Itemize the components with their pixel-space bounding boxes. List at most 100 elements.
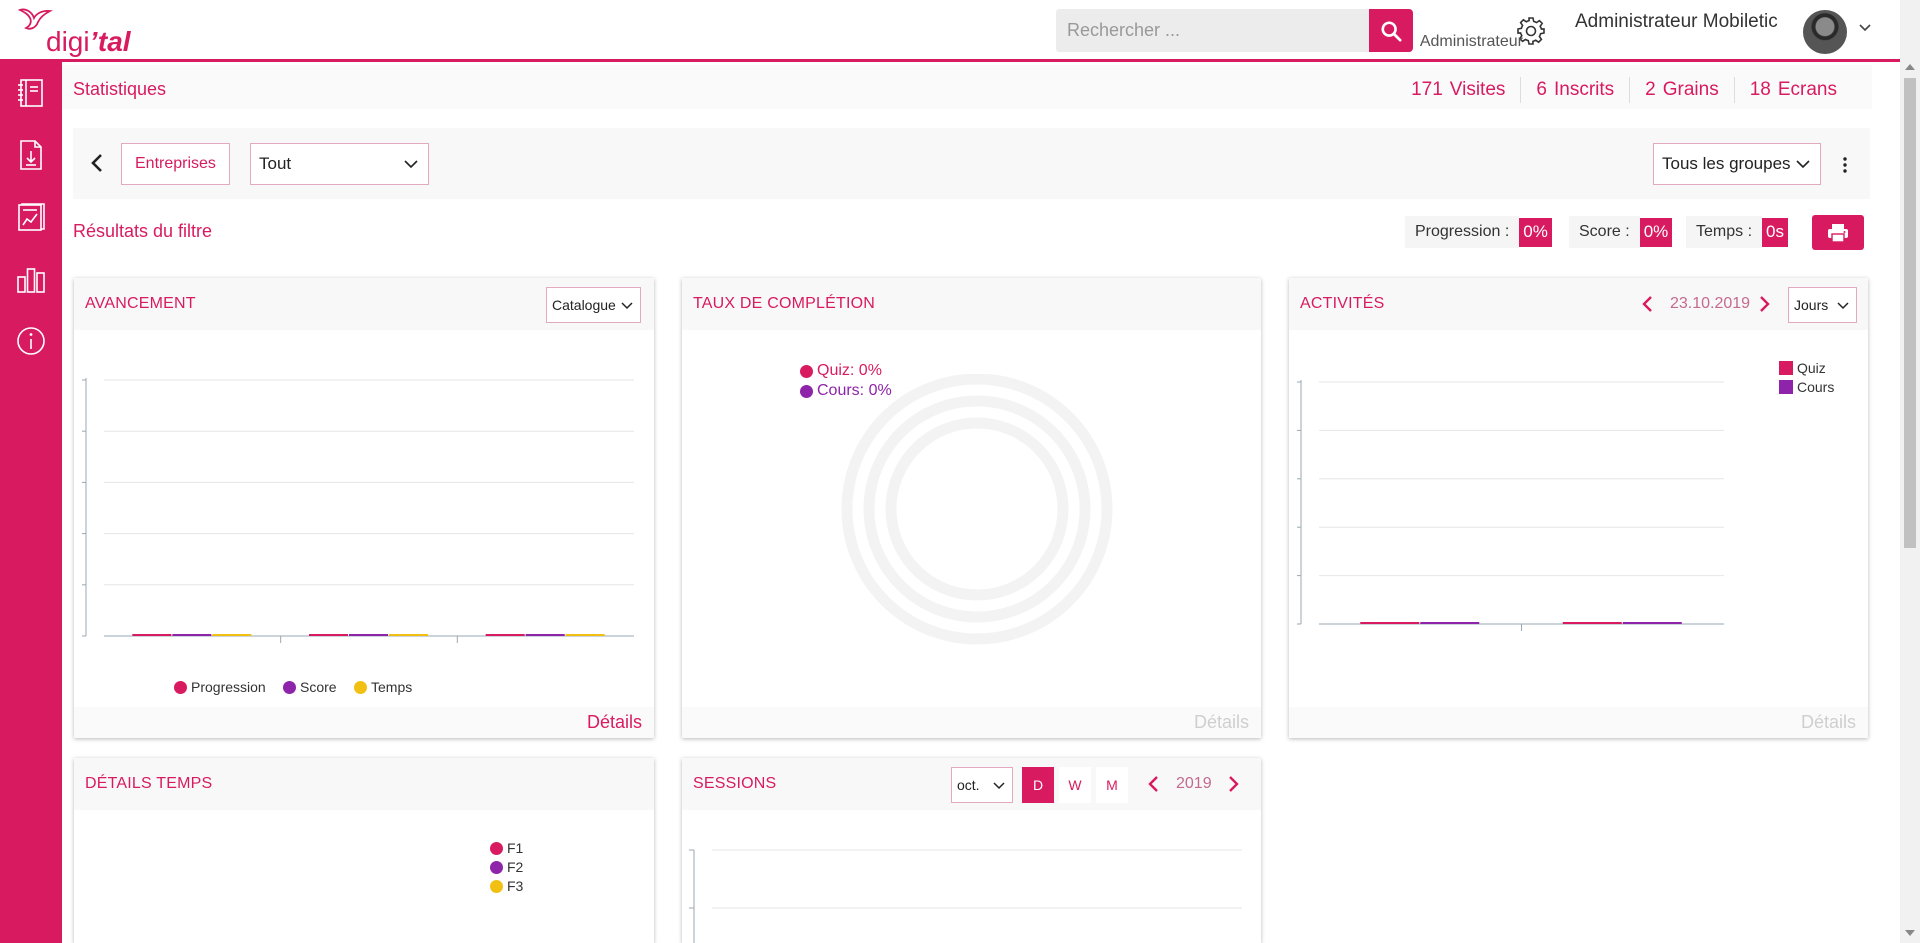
more-options-icon[interactable] [1842, 156, 1848, 174]
legend-progression[interactable]: Progression [174, 679, 266, 695]
scrollbar-thumb[interactable] [1904, 78, 1916, 548]
sidebar-item-statistics[interactable] [14, 262, 48, 296]
card-footer: Détails [74, 707, 654, 738]
legend-label: Quiz [1797, 360, 1826, 376]
legend-temps[interactable]: Temps [354, 679, 412, 695]
chevron-down-icon[interactable] [1858, 23, 1872, 33]
legend-label: Cours [1797, 379, 1835, 395]
sidebar-item-reports[interactable] [14, 200, 48, 234]
chevron-down-icon [1837, 302, 1849, 310]
bar-cours [1420, 622, 1480, 624]
page-scrollbar[interactable] [1900, 0, 1920, 943]
catalogue-select[interactable]: Catalogue [546, 287, 641, 323]
period-month-button[interactable]: M [1096, 767, 1128, 803]
bar-cours [1622, 622, 1682, 624]
page-title: Statistiques [73, 79, 167, 99]
activites-date: 23.10.2019 [1670, 295, 1751, 312]
chevron-down-icon [993, 782, 1005, 790]
stat-label: Inscrits [1553, 79, 1615, 100]
legend-label: F2 [507, 859, 524, 875]
bar-temps [212, 634, 252, 636]
entreprises-button[interactable]: Entreprises [121, 143, 230, 185]
search-button[interactable] [1369, 9, 1413, 52]
stat-ecrans: 18 Ecrans [1735, 79, 1852, 101]
details-link[interactable]: Détails [1194, 712, 1249, 733]
card-footer: Détails [1289, 707, 1868, 738]
metric-label: Progression : [1405, 216, 1520, 248]
bar-score [525, 634, 565, 636]
chevron-right-icon[interactable] [1759, 295, 1771, 313]
legend-label: Temps [371, 679, 413, 695]
back-arrow-icon[interactable] [89, 152, 105, 174]
stat-grains: 2 Grains [1630, 79, 1734, 101]
chevron-right-icon[interactable] [1228, 775, 1240, 793]
legend-dot [490, 841, 503, 855]
card-header: AVANCEMENT Catalogue [74, 278, 654, 330]
metric-value: 0% [1519, 217, 1552, 247]
legend-f2[interactable]: F2 [490, 859, 523, 875]
details-link[interactable]: Détails [1801, 712, 1856, 733]
avatar[interactable] [1803, 10, 1847, 54]
legend-quiz[interactable]: Quiz [1779, 360, 1826, 376]
search-input[interactable] [1056, 9, 1369, 52]
legend-score[interactable]: Score [283, 679, 337, 695]
legend-f1[interactable]: F1 [490, 840, 523, 856]
legend-label: F3 [507, 878, 524, 894]
chevron-left-icon[interactable] [1147, 775, 1159, 793]
legend-quiz[interactable]: Quiz: 0% [800, 362, 892, 380]
chevron-down-icon [1796, 160, 1810, 169]
card-header: DÉTAILS TEMPS [74, 758, 654, 810]
legend-dot [354, 680, 367, 694]
card-title: TAUX DE COMPLÉTION [693, 295, 875, 312]
legend-cours[interactable]: Cours [1779, 379, 1834, 395]
legend-cours[interactable]: Cours: 0% [800, 382, 892, 400]
user-name[interactable]: Administrateur Mobiletic [1575, 11, 1778, 33]
details-link[interactable]: Détails [587, 712, 642, 733]
scope-select[interactable]: Tout [250, 143, 429, 185]
bar-temps [565, 634, 605, 636]
metric-progression: Progression : 0% [1405, 216, 1552, 248]
metric-value: 0% [1639, 217, 1673, 247]
stat-label: Visites [1449, 79, 1506, 100]
period-select[interactable]: Jours [1788, 287, 1857, 323]
legend-f3[interactable]: F3 [490, 878, 523, 894]
stat-visites: 171 Visites [1396, 79, 1520, 101]
groups-select-value: Tous les groupes [1662, 154, 1791, 173]
page-header: Statistiques 171 Visites 6 Inscrits 2 Grain… [62, 65, 1872, 109]
logo-text: digi’tal [46, 26, 131, 58]
activites-bar-chart: TentativesComplétés [1297, 380, 1724, 631]
bar-score [349, 634, 388, 636]
catalogue-select-value: Catalogue [552, 297, 616, 313]
scroll-up-arrow-icon[interactable] [1905, 64, 1915, 70]
scroll-down-arrow-icon[interactable] [1905, 930, 1915, 936]
inner-radial-track [885, 417, 1069, 601]
print-button[interactable] [1812, 215, 1864, 250]
card-sessions: SESSIONS oct. D W M 2019 [682, 758, 1261, 943]
bar-progression [309, 634, 348, 636]
download-document-icon [20, 140, 42, 170]
sidebar-item-downloads[interactable] [14, 138, 48, 172]
metric-label: Temps : [1686, 216, 1763, 248]
cours-radial-track [863, 395, 1091, 623]
info-icon [17, 327, 45, 355]
sidebar-item-catalogue[interactable] [14, 76, 48, 110]
completion-legend: Quiz: 0% Cours: 0% [800, 362, 892, 400]
legend-label: Score [300, 679, 337, 695]
legend-dot [174, 680, 187, 694]
stats-summary: 171 Visites 6 Inscrits 2 Grains 18 Ecrans [1396, 77, 1852, 103]
card-header: SESSIONS oct. D W M 2019 [682, 758, 1261, 810]
period-select-value: Jours [1794, 297, 1829, 313]
sidebar-item-info[interactable] [14, 324, 48, 358]
period-week-button[interactable]: W [1059, 767, 1091, 803]
sidebar [0, 62, 62, 943]
legend-label: Progression [191, 679, 266, 695]
filter-bar: Entreprises Tout Tous les groupes [73, 128, 1870, 199]
stat-value: 18 [1749, 79, 1771, 100]
groups-select[interactable]: Tous les groupes [1653, 143, 1821, 185]
card-title: SESSIONS [693, 775, 777, 792]
chevron-left-icon[interactable] [1641, 295, 1653, 313]
month-select[interactable]: oct. [951, 767, 1013, 803]
card-footer: Détails [682, 707, 1261, 738]
period-day-button[interactable]: D [1022, 767, 1054, 803]
legend-dot [800, 384, 813, 398]
